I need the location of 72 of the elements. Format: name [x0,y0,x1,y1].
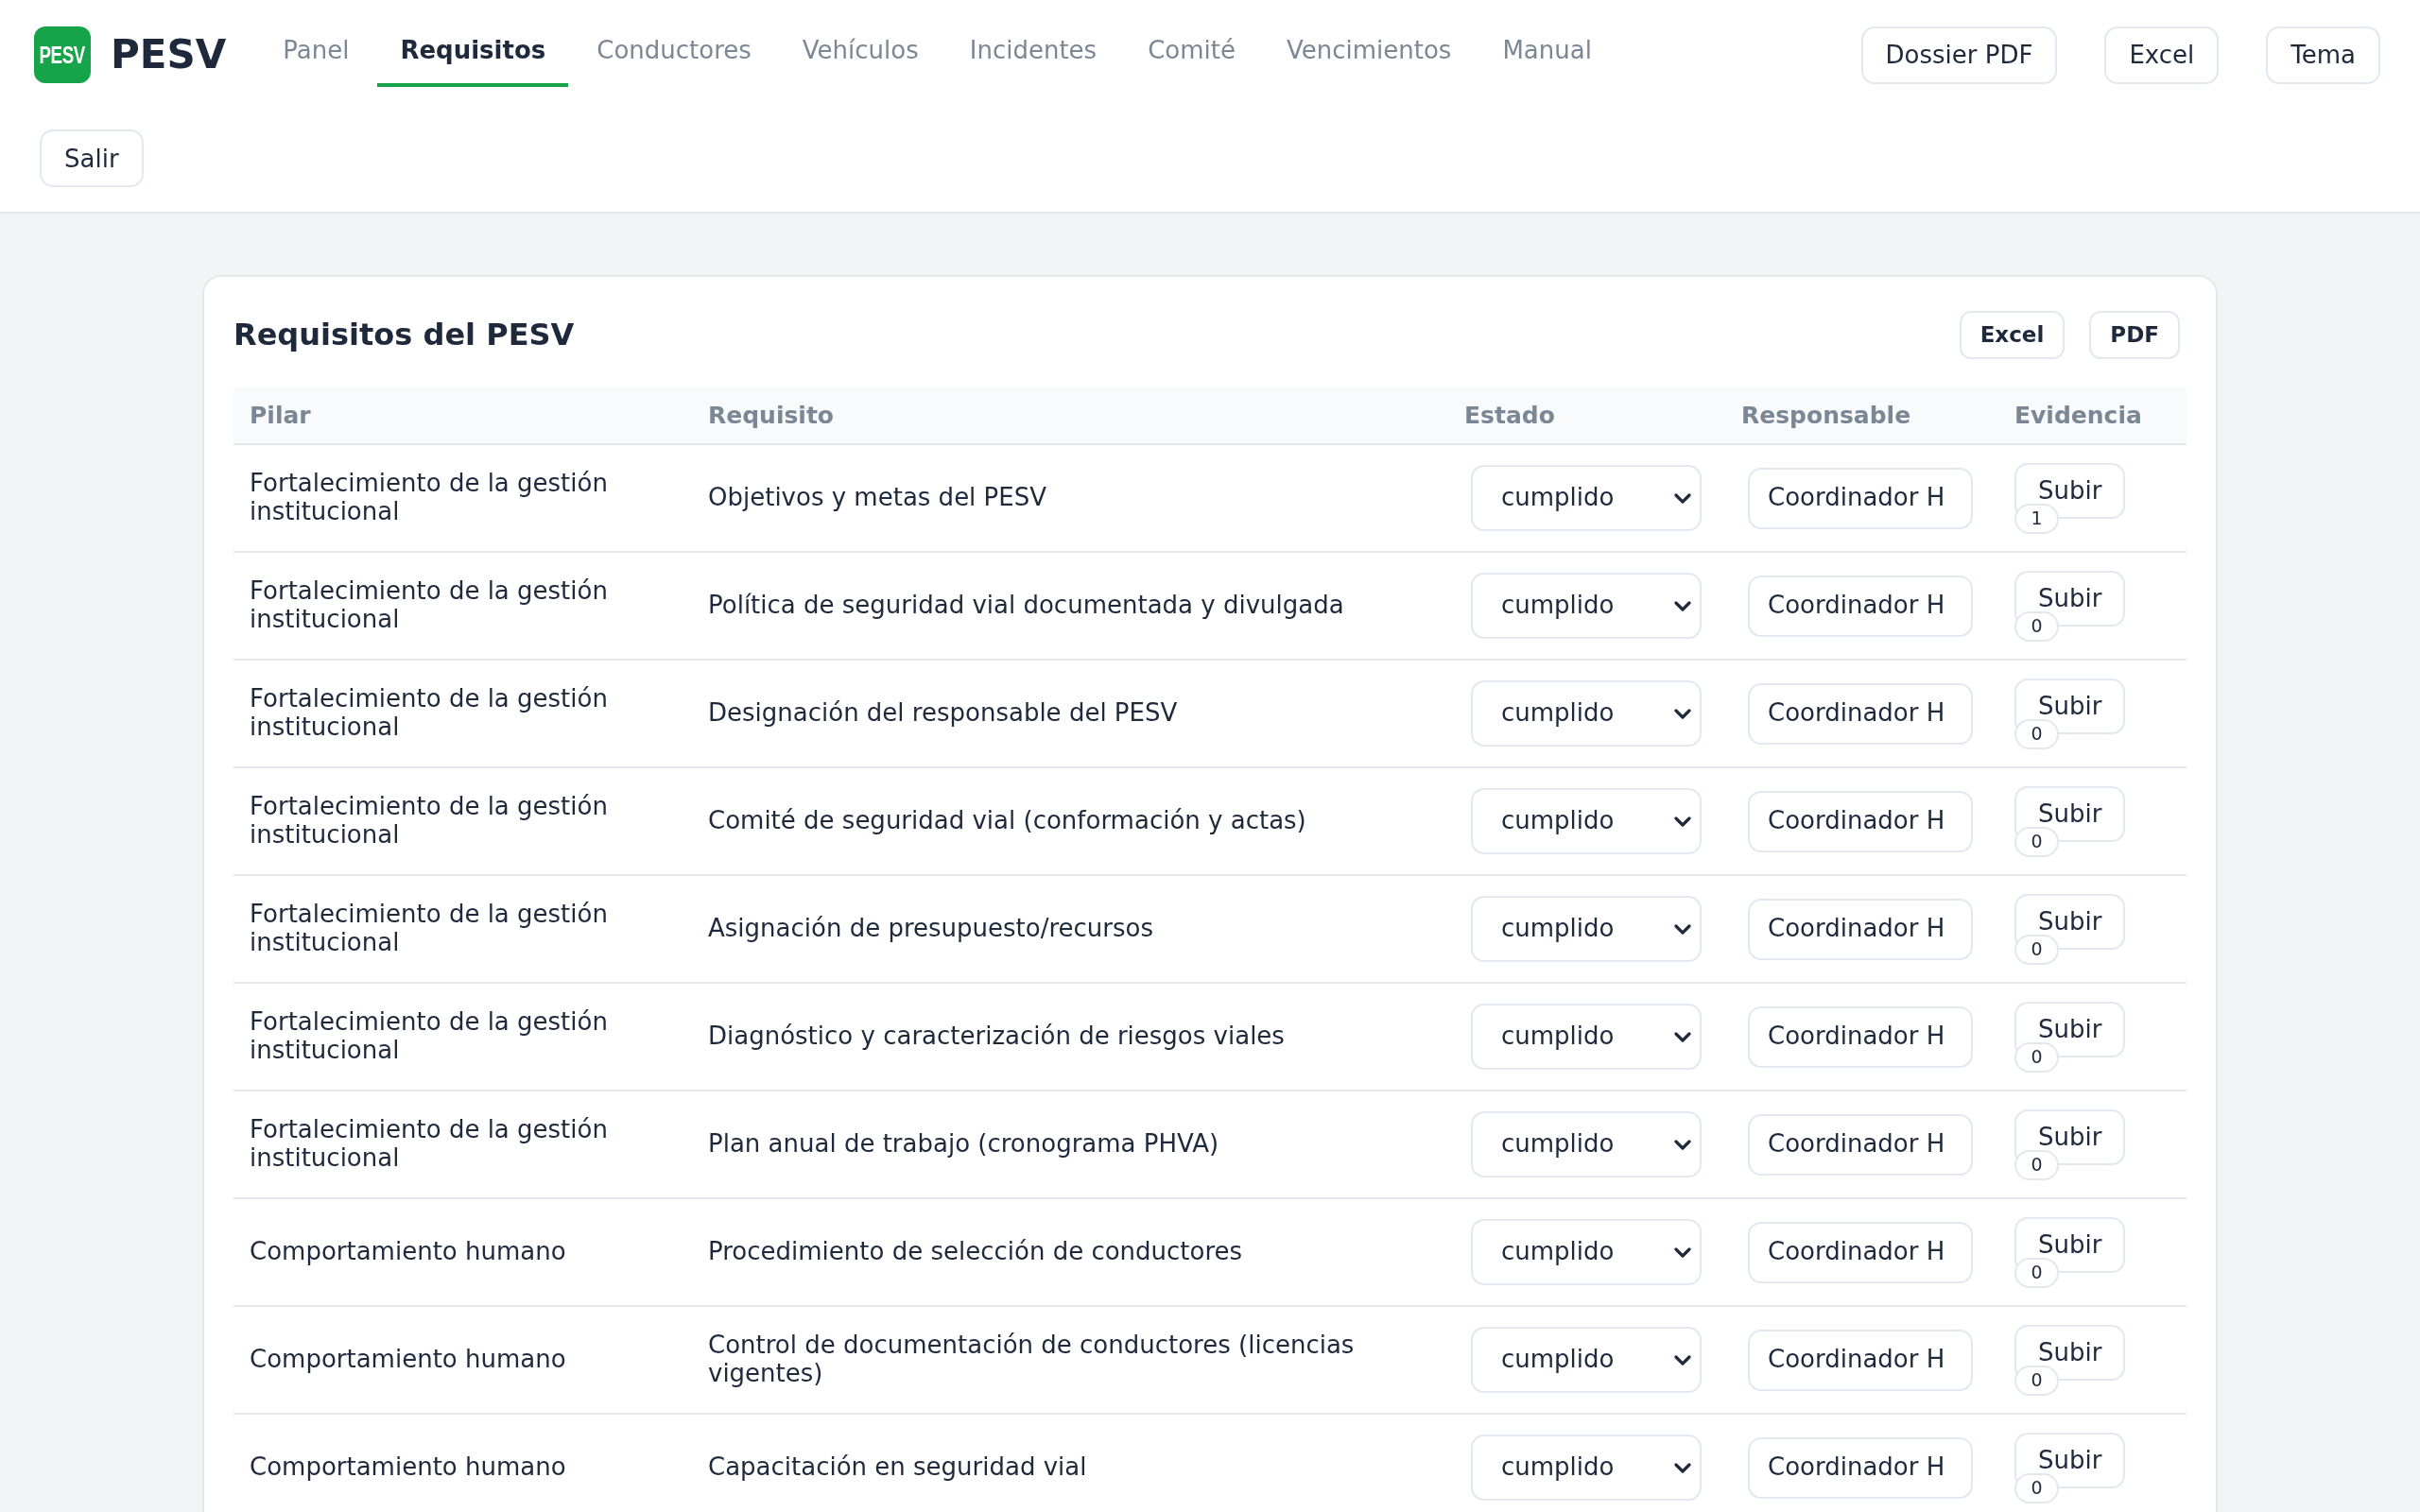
status-select[interactable]: cumplido [1471,1327,1702,1393]
chevron-down-icon [1674,708,1691,719]
nav-tab[interactable]: Comité [1125,23,1258,87]
column-header: Evidencia [1998,387,2187,444]
status-select[interactable]: cumplido [1471,1004,1702,1070]
nav-tab[interactable]: Manual [1479,23,1615,87]
nav-tab[interactable]: Conductores [574,23,774,87]
status-select[interactable]: cumplido [1471,465,1702,531]
responsible-field[interactable]: Coordinador H [1748,1436,1973,1499]
table-cell: Política de seguridad vial documentada y divulgada [692,552,1448,660]
status-select[interactable]: cumplido [1471,1219,1702,1285]
table-cell: Comportamiento humano [233,1198,692,1306]
logo-text: PESV [39,43,86,67]
responsible-field[interactable]: Coordinador H [1748,1329,1973,1391]
responsible-field[interactable]: Coordinador H [1748,467,1973,529]
table-cell: Plan anual de trabajo (cronograma PHVA) [692,1091,1448,1198]
nav-tab[interactable]: Requisitos [377,23,569,87]
status-select[interactable]: cumplido [1471,680,1702,747]
chevron-down-icon [1674,923,1691,935]
header-button[interactable]: Dossier PDF [1860,26,2058,84]
column-header: Pilar [233,387,692,444]
table-cell: Designación del responsable del PESV [692,660,1448,767]
chevron-down-icon [1674,816,1691,827]
nav-tab[interactable]: Panel [260,23,372,87]
status-select[interactable]: cumplido [1471,788,1702,854]
responsible-field[interactable]: Coordinador H [1748,1113,1973,1176]
status-select[interactable]: cumplido [1471,1435,1702,1501]
responsible-field[interactable]: Coordinador H [1748,790,1973,852]
column-header: Requisito [692,387,1448,444]
nav-tab[interactable]: Incidentes [946,23,1120,87]
status-select[interactable]: cumplido [1471,573,1702,639]
table-cell: Fortalecimiento de la gestión institucional [233,983,692,1091]
table-cell: Fortalecimiento de la gestión institucional [233,444,692,552]
table-cell: Fortalecimiento de la gestión institucional [233,660,692,767]
logout-button[interactable]: Salir [40,129,144,187]
table-cell: Diagnóstico y caracterización de riesgos viales [692,983,1448,1091]
responsible-field[interactable]: Coordinador H [1748,682,1973,745]
column-header: Responsable [1725,387,1998,444]
responsible-field[interactable]: Coordinador H [1748,1221,1973,1283]
table-cell: Fortalecimiento de la gestión institucional [233,1091,692,1198]
table-cell: Fortalecimiento de la gestión institucional [233,875,692,983]
table-cell: Comportamiento humano [233,1306,692,1414]
responsible-field[interactable]: Coordinador H [1748,898,1973,960]
table-cell: Asignación de presupuesto/recursos [692,875,1448,983]
table-cell: Comité de seguridad vial (conformación y actas) [692,767,1448,875]
status-select[interactable]: cumplido [1471,1111,1702,1177]
table-cell: Fortalecimiento de la gestión institucional [233,552,692,660]
responsible-field[interactable]: Coordinador H [1748,1005,1973,1068]
column-header: Estado [1448,387,1725,444]
export-button[interactable]: PDF [2089,311,2180,359]
table-cell: Capacitación en seguridad vial [692,1414,1448,1512]
nav-tab[interactable]: Vencimientos [1263,23,1475,87]
table-cell: Objetivos y metas del PESV [692,444,1448,552]
chevron-down-icon [1674,600,1691,611]
header-button[interactable]: Excel [2104,26,2220,84]
chevron-down-icon [1674,1354,1691,1366]
card-title: Requisitos del PESV [233,317,575,353]
chevron-down-icon [1674,492,1691,504]
table-cell: Control de documentación de conductores (licencias vigentes) [692,1306,1448,1414]
chevron-down-icon [1674,1139,1691,1150]
status-select[interactable]: cumplido [1471,896,1702,962]
chevron-down-icon [1674,1462,1691,1473]
responsible-field[interactable]: Coordinador H [1748,575,1973,637]
table-cell: Procedimiento de selección de conductores [692,1198,1448,1306]
table-cell: Fortalecimiento de la gestión institucional [233,767,692,875]
chevron-down-icon [1674,1246,1691,1258]
chevron-down-icon [1674,1031,1691,1042]
header-button[interactable]: Tema [2266,26,2380,84]
nav-tab[interactable]: Vehículos [779,23,942,87]
export-button[interactable]: Excel [1959,311,2066,359]
table-cell: Comportamiento humano [233,1414,692,1512]
app-title: PESV [111,35,227,75]
